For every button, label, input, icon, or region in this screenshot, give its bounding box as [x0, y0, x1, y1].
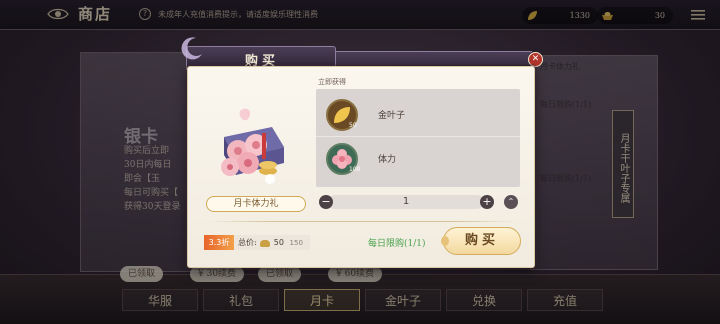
- reward-count: 50: [349, 122, 357, 129]
- reward-count: 100: [349, 166, 361, 173]
- quantity-stepper: 1 − + ⌃: [316, 193, 520, 211]
- purchase-dialog: 月卡体力礼 立即获得 50 金叶子 100 体力 1 − + ⌃ 3.3折 总价…: [187, 66, 535, 268]
- quantity-value: 1: [402, 196, 410, 207]
- item-name: 月卡体力礼: [206, 196, 306, 212]
- reward-list: 50 金叶子 100 体力: [316, 89, 520, 187]
- reward-name: 金叶子: [378, 111, 406, 121]
- close-button[interactable]: ✕: [528, 52, 543, 67]
- obtain-label: 立即获得: [318, 78, 346, 86]
- price-current: 50: [273, 238, 284, 247]
- divider: [206, 221, 518, 222]
- price-label: 总价:: [238, 238, 257, 247]
- plus-icon[interactable]: +: [480, 195, 494, 209]
- ingot-icon: [260, 239, 271, 247]
- discount-badge: 3.3折: [204, 235, 234, 250]
- minus-icon[interactable]: −: [319, 195, 333, 209]
- max-quantity-icon[interactable]: ⌃: [504, 195, 518, 209]
- buy-button[interactable]: 购买: [441, 227, 521, 255]
- stamina-gift-icon: [221, 108, 284, 184]
- button-ornament: [441, 236, 449, 246]
- reward-name: 体力: [378, 155, 397, 165]
- moon-ornament-icon: [181, 37, 202, 60]
- list-item: 50 金叶子: [316, 93, 520, 137]
- daily-limit: 每日限购(1/1): [368, 239, 426, 249]
- buy-button-label: 购买: [464, 233, 499, 248]
- list-item: 100 体力: [316, 137, 520, 181]
- total-price: 总价: 50 150: [234, 235, 310, 250]
- modal-header-bar: [336, 51, 532, 65]
- price-original: 150: [289, 239, 303, 247]
